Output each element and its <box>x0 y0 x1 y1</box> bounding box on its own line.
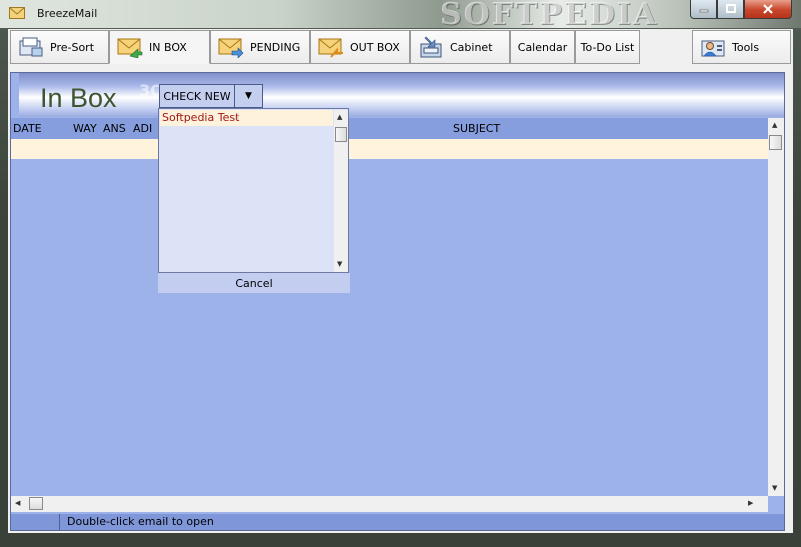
todo-list-label: To-Do List <box>580 40 635 54</box>
ghost-item-text: il <box>234 112 240 123</box>
tools-button[interactable]: Tools <box>692 30 791 64</box>
cabinet-icon <box>420 36 442 58</box>
account-list[interactable]: Softpedia Test il ▲ ▼ <box>158 108 349 273</box>
tab-todo-list[interactable]: To-Do List <box>575 30 640 64</box>
chevron-down-icon: ▼ <box>245 91 252 101</box>
inbox-panel: In Box 3O MAIL CHECK NEW ▼ DATE WAY ANS … <box>10 72 785 531</box>
scroll-down-icon[interactable]: ▼ <box>337 260 342 268</box>
page-title: In Box <box>40 83 117 113</box>
status-text: Double-click email to open <box>67 515 214 528</box>
account-item-label: Softpedia Test <box>162 111 240 124</box>
presort-button[interactable]: Pre-Sort <box>10 30 109 64</box>
cabinet-label: Cabinet <box>450 40 493 54</box>
presort-icon <box>19 37 43 57</box>
content-area: In Box 3O MAIL CHECK NEW ▼ DATE WAY ANS … <box>8 67 793 533</box>
column-date[interactable]: DATE <box>13 122 42 135</box>
check-new-dropdown: Softpedia Test il ▲ ▼ Cancel <box>158 108 350 293</box>
softpedia-watermark: SOFTPEDIA <box>440 0 659 32</box>
cancel-button[interactable]: Cancel <box>158 273 350 293</box>
close-button[interactable] <box>744 0 792 19</box>
tools-person-icon <box>701 40 725 57</box>
tab-pending[interactable]: PENDING <box>210 30 310 64</box>
tab-cabinet[interactable]: Cabinet <box>410 30 510 64</box>
scroll-down-icon[interactable]: ▼ <box>772 484 777 492</box>
vertical-scrollbar[interactable]: ▲ ▼ <box>768 118 784 496</box>
pending-envelope-icon <box>218 38 244 58</box>
inbox-envelope-icon <box>117 38 143 58</box>
scroll-left-icon[interactable]: ◀ <box>15 499 20 507</box>
inbox-header-band: In Box 3O MAIL CHECK NEW ▼ <box>19 73 784 117</box>
horizontal-scrollbar[interactable]: ◀ ▶ <box>11 496 768 512</box>
check-new-button[interactable]: CHECK NEW <box>159 84 235 108</box>
column-subject[interactable]: SUBJECT <box>453 122 500 135</box>
account-list-scroll-thumb[interactable] <box>335 127 347 142</box>
scroll-up-icon[interactable]: ▲ <box>337 113 342 121</box>
horizontal-scroll-thumb[interactable] <box>29 497 43 510</box>
scroll-up-icon[interactable]: ▲ <box>772 121 777 129</box>
presort-label: Pre-Sort <box>50 40 95 54</box>
tab-calendar[interactable]: Calendar <box>510 30 575 64</box>
maximize-button[interactable] <box>717 0 744 19</box>
outbox-envelope-icon <box>318 38 343 58</box>
window-title: BreezeMail <box>37 7 98 20</box>
tab-inbox[interactable]: IN BOX <box>109 30 210 64</box>
tab-outbox[interactable]: OUT BOX <box>310 30 410 64</box>
check-new-dropdown-button[interactable]: ▼ <box>235 84 263 108</box>
main-toolbar: Pre-Sort IN BOX PENDING OUT BOX Cabinet … <box>8 29 793 67</box>
calendar-label: Calendar <box>517 40 568 54</box>
title-bar[interactable]: SOFTPEDIA BreezeMail <box>0 0 801 32</box>
status-divider <box>59 514 60 530</box>
minimize-icon <box>699 9 708 13</box>
inbox-label: IN BOX <box>149 40 187 54</box>
account-list-scrollbar[interactable]: ▲ ▼ <box>334 110 348 272</box>
envelope-app-icon <box>9 7 25 19</box>
tools-label: Tools <box>732 40 760 54</box>
minimize-button[interactable] <box>690 0 717 19</box>
vertical-scroll-thumb[interactable] <box>769 135 782 150</box>
table-row-selected[interactable] <box>11 139 768 159</box>
maximize-icon <box>725 4 736 13</box>
pending-label: PENDING <box>250 40 301 54</box>
window-frame: SOFTPEDIA BreezeMail Pre-Sort IN BOX PEN… <box>0 0 801 547</box>
account-item-softpedia-test[interactable]: Softpedia Test il <box>160 110 333 126</box>
scroll-right-icon[interactable]: ▶ <box>748 499 753 507</box>
column-way[interactable]: WAY <box>73 122 97 135</box>
status-bar: Double-click email to open <box>11 514 784 530</box>
close-icon <box>763 4 773 14</box>
column-address[interactable]: ADI <box>133 122 152 135</box>
message-list-header: DATE WAY ANS ADI SUBJECT <box>11 118 768 139</box>
column-ans[interactable]: ANS <box>103 122 126 135</box>
outbox-label: OUT BOX <box>350 40 400 54</box>
